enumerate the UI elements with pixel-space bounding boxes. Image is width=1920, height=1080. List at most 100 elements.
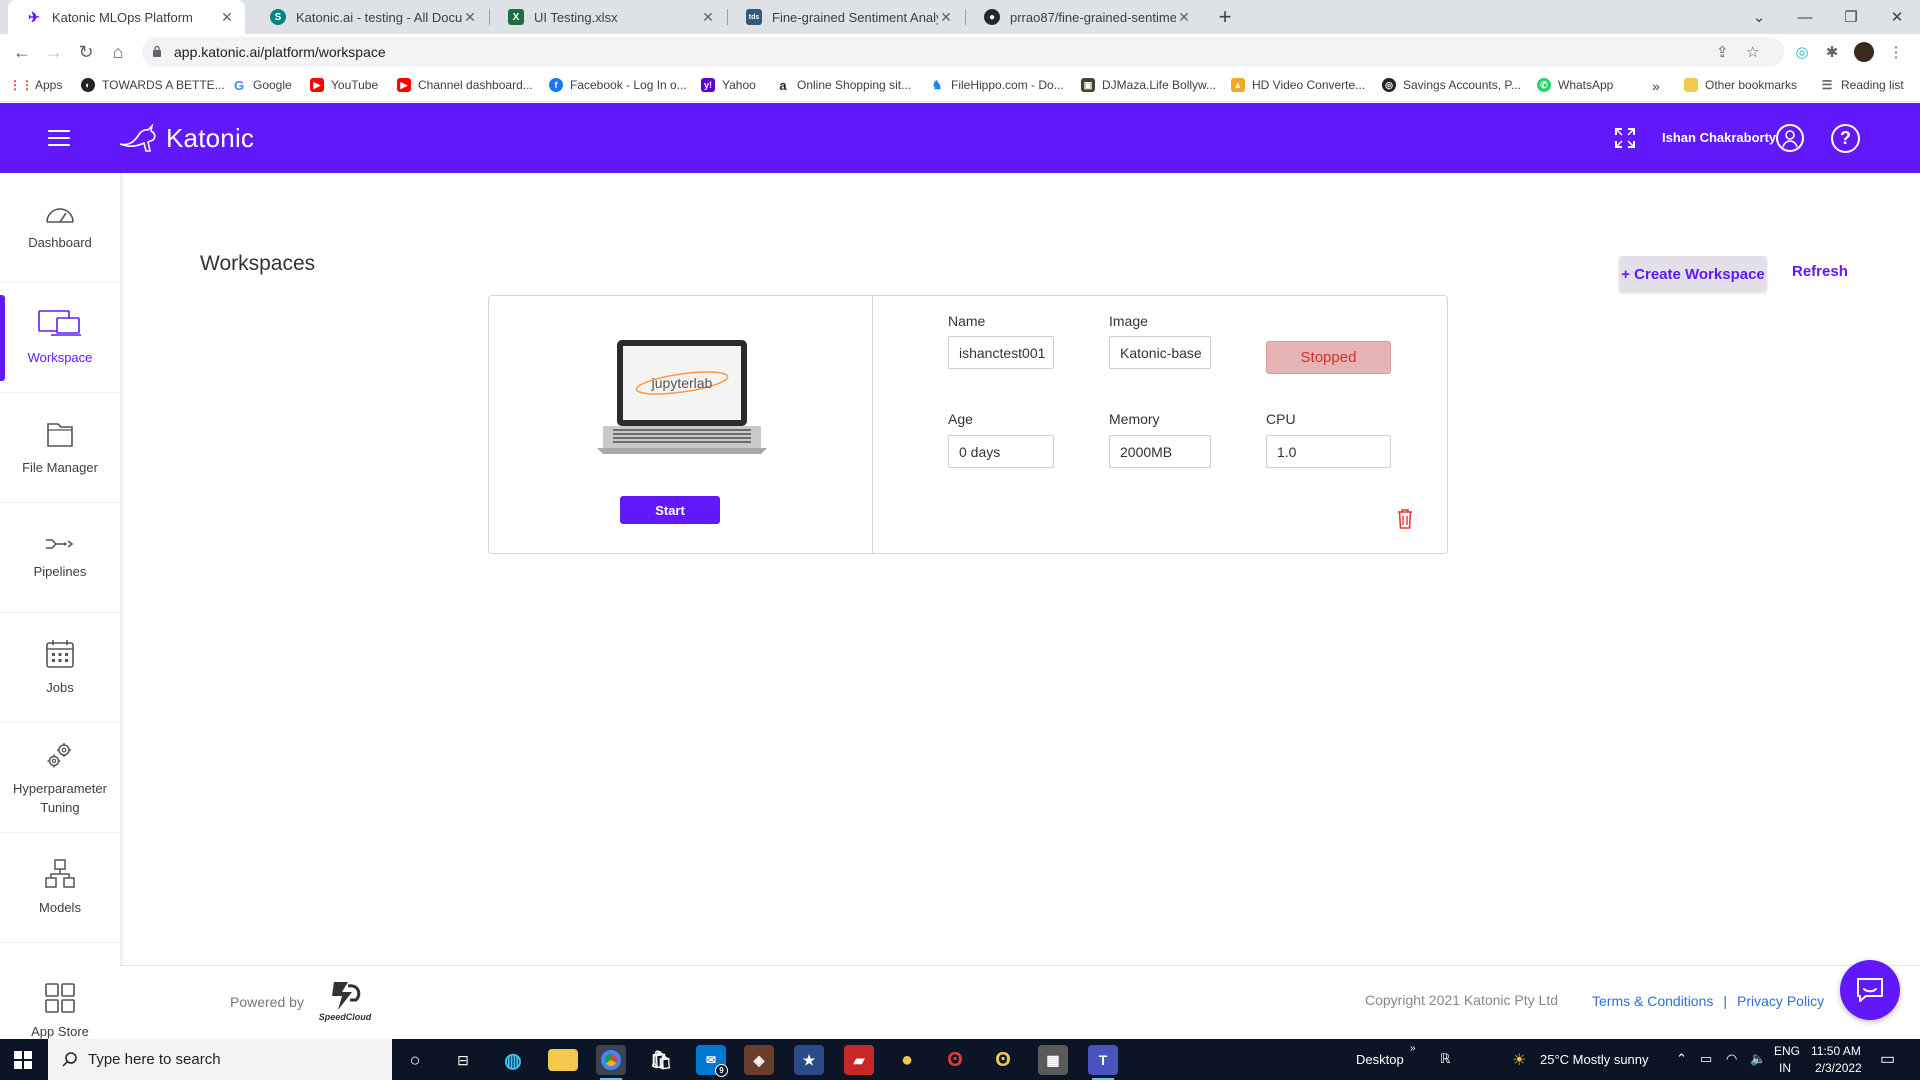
volume-icon[interactable]: 🔈 bbox=[1750, 1051, 1766, 1067]
file-explorer-icon[interactable] bbox=[548, 1049, 578, 1071]
language-eng[interactable]: ENG bbox=[1774, 1044, 1800, 1058]
terms-link[interactable]: Terms & Conditions bbox=[1592, 993, 1713, 1009]
tab-close-icon[interactable]: ✕ bbox=[700, 9, 716, 26]
tab-github-repo[interactable]: ● prrao87/fine-grained-sentiment ✕ bbox=[966, 0, 1202, 34]
bookmark-savings[interactable]: ◎ Savings Accounts, P... bbox=[1382, 78, 1521, 92]
sidebar-item-app-store[interactable]: App Store bbox=[0, 943, 120, 1039]
taskbar-search-box[interactable]: Type here to search bbox=[48, 1039, 392, 1080]
back-icon[interactable]: ← bbox=[10, 40, 34, 64]
bookmark-amazon[interactable]: a Online Shopping sit... bbox=[776, 78, 911, 93]
address-bar[interactable]: app.katonic.ai/platform/workspace ⇪ ☆ bbox=[142, 37, 1784, 67]
wifi-icon[interactable]: ◠ bbox=[1726, 1051, 1737, 1067]
app-lemon-icon[interactable]: ● bbox=[892, 1045, 922, 1075]
bookmark-whatsapp[interactable]: ✆ WhatsApp bbox=[1537, 78, 1613, 92]
chrome-menu-icon[interactable]: ⋮ bbox=[1886, 42, 1906, 62]
whatsapp-icon: ✆ bbox=[1537, 78, 1551, 92]
start-button[interactable]: Start bbox=[620, 496, 720, 524]
language-in[interactable]: IN bbox=[1779, 1061, 1791, 1075]
app-red-icon[interactable]: ʘ bbox=[940, 1045, 970, 1075]
sidebar-item-dashboard[interactable]: Dashboard bbox=[0, 173, 120, 283]
grid-icon bbox=[45, 983, 75, 1013]
delete-trash-icon[interactable] bbox=[1397, 508, 1413, 530]
home-icon[interactable]: ⌂ bbox=[106, 40, 130, 64]
more-bookmarks-icon[interactable]: » bbox=[1652, 78, 1660, 94]
cortana-icon[interactable]: ○ bbox=[400, 1045, 430, 1075]
tab-close-icon[interactable]: ✕ bbox=[219, 9, 235, 26]
app-game-icon[interactable]: ◈ bbox=[744, 1045, 774, 1075]
refresh-button[interactable]: Refresh bbox=[1792, 263, 1848, 280]
people-icon[interactable]: ℝ bbox=[1440, 1051, 1450, 1067]
forward-icon[interactable]: → bbox=[42, 40, 66, 64]
chrome-icon[interactable] bbox=[596, 1045, 626, 1080]
bookmark-other[interactable]: Other bookmarks bbox=[1684, 78, 1797, 92]
tray-device-icon[interactable]: ▭ bbox=[1700, 1051, 1712, 1067]
extension-icon[interactable]: ◎ bbox=[1792, 42, 1812, 62]
app-grid-icon[interactable]: ▦ bbox=[1038, 1045, 1068, 1075]
tab-search-icon[interactable]: ⌄ bbox=[1736, 0, 1782, 34]
clock-time[interactable]: 11:50 AM bbox=[1811, 1044, 1861, 1058]
chat-support-button[interactable] bbox=[1840, 960, 1900, 1020]
close-window-button[interactable]: ✕ bbox=[1874, 0, 1920, 34]
minimize-button[interactable]: — bbox=[1782, 0, 1828, 34]
bookmark-channel[interactable]: ▶ Channel dashboard... bbox=[397, 78, 533, 92]
tab-katonic-testing[interactable]: S Katonic.ai - testing - All Documents ✕ bbox=[252, 0, 488, 34]
edge-icon[interactable]: ◍ bbox=[498, 1045, 528, 1075]
task-view-icon[interactable]: ⊟ bbox=[448, 1045, 478, 1075]
weather-text[interactable]: 25°C Mostly sunny bbox=[1540, 1052, 1649, 1067]
sidebar-item-hyperparameter[interactable]: Hyperparameter Tuning bbox=[0, 723, 120, 833]
katonic-logo[interactable]: Katonic bbox=[118, 123, 254, 154]
tab-ui-testing[interactable]: X UI Testing.xlsx ✕ bbox=[490, 0, 726, 34]
store-icon[interactable]: 🛍 bbox=[646, 1045, 676, 1075]
bookmark-yahoo[interactable]: y! Yahoo bbox=[701, 78, 756, 92]
browser-toolbar: ← → ↻ ⌂ app.katonic.ai/platform/workspac… bbox=[0, 34, 1920, 70]
app-puzzle-icon[interactable]: ★ bbox=[794, 1045, 824, 1075]
app-yellow-icon[interactable]: ʘ bbox=[988, 1045, 1018, 1075]
bookmark-youtube[interactable]: ▶ YouTube bbox=[310, 78, 378, 92]
windows-start-icon[interactable] bbox=[14, 1051, 32, 1069]
bookmark-google[interactable]: G Google bbox=[232, 78, 292, 93]
acrobat-icon[interactable]: ▰ bbox=[844, 1045, 874, 1075]
chat-icon bbox=[1857, 978, 1883, 1002]
create-workspace-button[interactable]: + Create Workspace bbox=[1619, 256, 1767, 292]
clock-date[interactable]: 2/3/2022 bbox=[1815, 1061, 1862, 1075]
help-icon[interactable]: ? bbox=[1831, 124, 1860, 153]
bookmark-hdvideo[interactable]: ▲ HD Video Converte... bbox=[1231, 78, 1365, 92]
bookmark-star-icon[interactable]: ☆ bbox=[1746, 43, 1759, 61]
sidebar-item-jobs[interactable]: Jobs bbox=[0, 613, 120, 723]
new-tab-button[interactable]: + bbox=[1212, 4, 1238, 30]
user-avatar-icon[interactable] bbox=[1776, 124, 1804, 152]
bookmark-djmaza[interactable]: ▣ DJMaza.Life Bollyw... bbox=[1081, 78, 1216, 92]
page-title: Workspaces bbox=[200, 252, 316, 275]
bookmark-apps[interactable]: ⋮⋮ Apps bbox=[9, 78, 62, 92]
teams-icon[interactable]: T bbox=[1088, 1045, 1118, 1080]
mail-icon[interactable]: ✉ 9 bbox=[696, 1045, 728, 1077]
sidebar-item-file-manager[interactable]: File Manager bbox=[0, 393, 120, 503]
notifications-icon[interactable]: ▭ bbox=[1880, 1049, 1895, 1069]
desktop-toolbar-label[interactable]: Desktop bbox=[1356, 1052, 1404, 1067]
tab-close-icon[interactable]: ✕ bbox=[462, 9, 478, 26]
tab-close-icon[interactable]: ✕ bbox=[1176, 9, 1192, 26]
restore-button[interactable]: ❐ bbox=[1828, 0, 1874, 34]
tab-close-icon[interactable]: ✕ bbox=[938, 9, 954, 26]
fullscreen-icon[interactable] bbox=[1614, 127, 1636, 149]
footer-links: Terms & Conditions | Privacy Policy bbox=[1592, 993, 1824, 1009]
extensions-puzzle-icon[interactable]: ✱ bbox=[1822, 42, 1842, 62]
memory-field: 2000MB bbox=[1109, 435, 1211, 468]
bookmark-filehippo[interactable]: ♞ FileHippo.com - Do... bbox=[930, 78, 1064, 92]
tab-katonic-mlops[interactable]: ✈ Katonic MLOps Platform ✕ bbox=[8, 0, 245, 34]
sidebar-item-workspace[interactable]: Workspace bbox=[0, 283, 120, 393]
bookmark-towards[interactable]: ◐ TOWARDS A BETTE... bbox=[81, 78, 225, 92]
more-toolbar-icon[interactable]: » bbox=[1410, 1043, 1416, 1054]
reading-list[interactable]: ☰ Reading list bbox=[1820, 78, 1904, 92]
sidebar-item-pipelines[interactable]: Pipelines bbox=[0, 503, 120, 613]
hamburger-menu-icon[interactable] bbox=[48, 130, 70, 146]
profile-avatar-icon[interactable] bbox=[1854, 42, 1874, 62]
sidebar-item-models[interactable]: Models bbox=[0, 833, 120, 943]
reload-icon[interactable]: ↻ bbox=[74, 40, 98, 64]
bookmark-facebook[interactable]: f Facebook - Log In o... bbox=[549, 78, 687, 92]
user-name[interactable]: Ishan Chakraborty bbox=[1662, 130, 1776, 145]
share-icon[interactable]: ⇪ bbox=[1716, 43, 1729, 61]
tray-chevron-icon[interactable]: ⌃ bbox=[1676, 1051, 1687, 1067]
privacy-link[interactable]: Privacy Policy bbox=[1737, 993, 1824, 1009]
tab-sentiment-analysis[interactable]: tds Fine-grained Sentiment Analysis ✕ bbox=[728, 0, 964, 34]
